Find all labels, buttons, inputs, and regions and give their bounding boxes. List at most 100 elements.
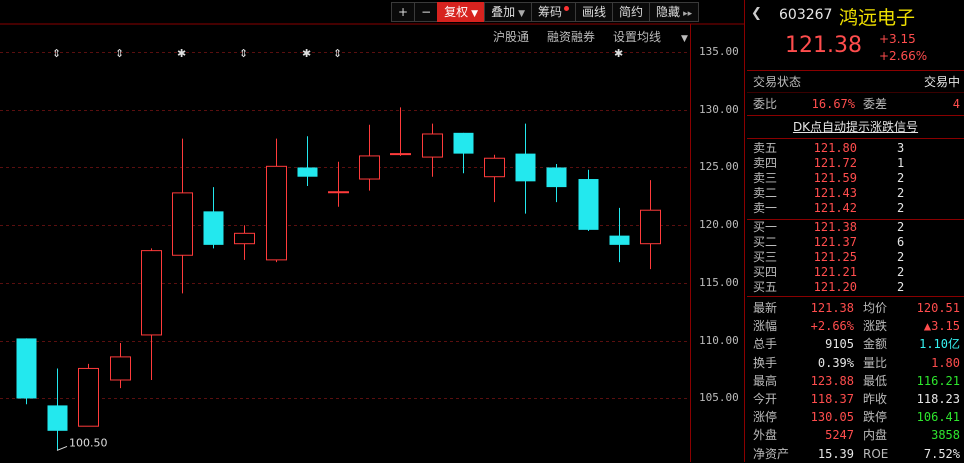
level-volume: 2 [897,280,905,294]
sell-row[interactable]: 卖四 121.72 1 [747,156,964,171]
stat-value: 118.23 [916,392,960,406]
stat-label: 金额 [863,337,888,352]
buy-row[interactable]: 买一 121.38 2 [747,220,964,235]
quote-panel: ❮ 603267 鸿远电子 121.38 +3.15 +2.66% 交易状态 交… [747,0,964,462]
chart-subbar: 沪股通 融资融券 设置均线 ▼ [493,28,724,45]
level-volume: 2 [897,250,905,264]
sell-row[interactable]: 卖三 121.59 2 [747,171,964,186]
stat-label: 今开 [753,392,778,406]
stat-value: 130.05 [810,410,854,425]
stats-row: 最高 123.88 最低 116.21 [747,372,964,390]
candle-body-up [328,191,349,194]
level-price: 121.80 [813,141,857,155]
event-marker-icon[interactable]: ⇕ [52,47,61,60]
weicha-value: 4 [952,97,960,111]
sell-row[interactable]: 卖二 121.43 2 [747,186,964,201]
zoom-out-button[interactable]: − [414,2,439,22]
kline-svg[interactable]: 100.50 [0,0,744,462]
sell-row[interactable]: 卖五 121.80 3 [747,141,964,156]
level-label: 买一 [753,220,778,234]
candle-body-down [297,167,318,177]
event-marker-icon[interactable]: ⇕ [333,47,342,60]
level-price: 121.20 [813,280,857,294]
candle-body-up [141,250,162,336]
zoom-in-button[interactable]: + [391,2,416,22]
stat-label: 昨收 [863,392,888,406]
buy-row[interactable]: 买三 121.25 2 [747,250,964,265]
event-marker-icon[interactable]: ✱ [302,47,311,60]
prev-stock-icon[interactable]: ❮ [751,6,762,21]
dk-signal-row: DK点自动提示涨跌信号 [747,118,964,136]
stat-value: +2.66% [810,319,854,334]
price-tick-label: 115.00 [699,275,739,289]
stat-label: 涨停 [753,410,778,425]
stat-label: 量比 [863,355,888,370]
stat-label: 总手 [753,337,778,352]
level-volume: 1 [897,156,905,170]
sell-row[interactable]: 卖一 121.42 2 [747,201,964,216]
hide-button[interactable]: 隐藏 ▸▸ [649,2,700,22]
stat-value: 9105 [825,337,854,352]
candle-body-up [78,367,99,427]
candle-body-up [266,165,287,261]
level-price: 121.42 [813,201,857,215]
candle-body-up [172,192,193,256]
draw-line-button[interactable]: 画线 [575,2,614,22]
candle-body-down [515,153,536,182]
level-volume: 6 [897,235,905,249]
level-label: 卖一 [753,201,778,215]
level-price: 121.25 [813,250,857,264]
stats-row: 换手 0.39% 量比 1.80 [747,354,964,372]
candle-body-down [546,167,567,188]
level-volume: 2 [897,201,905,215]
stat-label: 均价 [863,301,888,315]
status-label: 交易状态 [753,75,802,89]
notification-dot-icon [564,6,570,11]
level-volume: 2 [897,220,905,234]
ma-settings-label: 设置均线 [613,30,662,44]
stat-value: 7.52% [923,446,960,461]
level-price: 121.72 [813,156,857,170]
margin-trading-button[interactable]: 融资融券 [547,28,595,45]
event-marker-icon[interactable]: ✱ [177,47,186,60]
level-volume: 2 [897,171,905,185]
panel-divider [744,0,745,462]
price-tick-label: 130.00 [699,102,739,116]
stat-label: ROE [863,446,889,461]
candle-body-down [16,338,37,399]
buy-row[interactable]: 买五 121.20 2 [747,280,964,295]
buy-row[interactable]: 买四 121.21 2 [747,265,964,280]
price-tick-label: 135.00 [699,44,739,58]
level-price: 121.37 [813,235,857,249]
weibi-label: 委比 [753,97,778,111]
adjust-dropdown[interactable]: 复权 ▼ [437,2,486,22]
hgt-button[interactable]: 沪股通 [493,28,529,45]
dk-signal-link[interactable]: DK点自动提示涨跌信号 [793,120,918,134]
stats-row: 最新 121.38 均价 120.51 [747,299,964,317]
stat-label: 内盘 [863,428,888,443]
kline-chart[interactable]: 100.50 + − 复权 ▼ 叠加 ▼ 筹码 画线 简约 隐藏 ▸▸ 沪股通 融资融… [0,0,744,462]
level-label: 买五 [753,280,778,294]
stat-label: 涨跌 [863,319,888,334]
stat-label: 跌停 [863,410,888,425]
stat-value: 106.41 [916,410,960,425]
status-value: 交易中 [923,75,960,89]
event-marker-icon[interactable]: ⇕ [239,47,248,60]
overlay-label: 叠加 [491,5,516,19]
stat-label: 最高 [753,373,778,388]
weicha-label: 委差 [863,97,888,111]
chevron-down-icon: ▼ [518,9,525,19]
simple-button[interactable]: 简约 [612,2,651,22]
stats-row: 涨停 130.05 跌停 106.41 [747,408,964,426]
candle-body-down [578,179,599,230]
overlay-dropdown[interactable]: 叠加 ▼ [484,2,532,22]
stats-row: 今开 118.37 昨收 118.23 [747,390,964,408]
event-marker-icon[interactable]: ✱ [614,47,623,60]
buy-row[interactable]: 买二 121.37 6 [747,235,964,250]
adjust-label: 复权 [444,5,469,19]
divider [747,296,964,297]
ma-settings-dropdown[interactable]: 设置均线 ▼ [613,28,706,45]
chips-button[interactable]: 筹码 [531,2,577,22]
price-tick-label: 120.00 [699,217,739,231]
event-marker-icon[interactable]: ⇕ [115,47,124,60]
